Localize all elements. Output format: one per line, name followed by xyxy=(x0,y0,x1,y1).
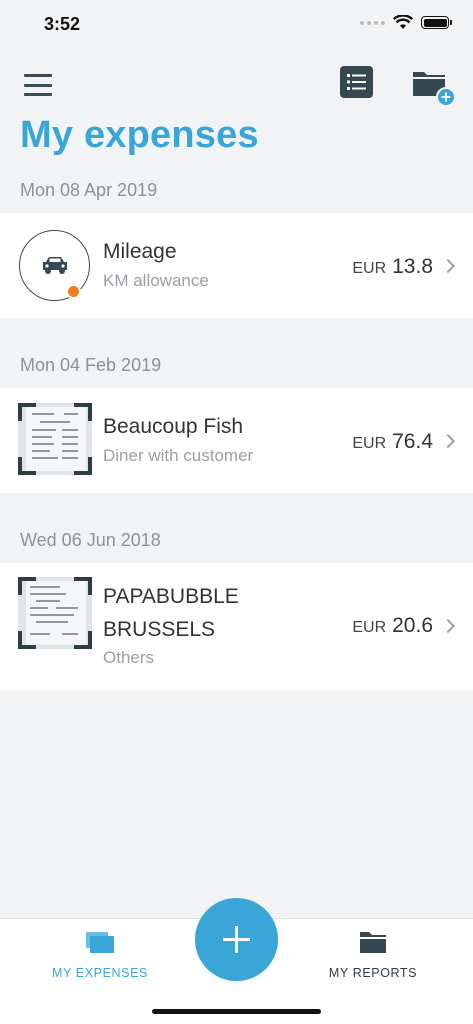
car-icon xyxy=(43,257,67,274)
amount-value: 20.6 xyxy=(392,614,433,637)
expense-amount: EUR 20.6 xyxy=(352,614,433,638)
status-time: 3:52 xyxy=(44,14,81,34)
battery-icon xyxy=(421,16,452,29)
tab-label: MY REPORTS xyxy=(328,966,418,980)
expense-title-line2: BRUSSELS xyxy=(103,618,216,641)
receipt-thumbnail xyxy=(18,403,92,475)
expense-category: Diner with customer xyxy=(103,446,254,465)
expense-row-mileage[interactable]: Mileage KM allowance EUR 13.8 xyxy=(0,213,473,318)
amount-value: 13.8 xyxy=(392,255,433,278)
tab-my-reports[interactable]: MY REPORTS xyxy=(293,929,453,980)
date-header: Mon 04 Feb 2019 xyxy=(20,355,162,375)
status-icons xyxy=(360,15,452,30)
expense-row-beaucoup-fish[interactable]: Beaucoup Fish Diner with customer EUR 76… xyxy=(0,388,473,493)
amount-value: 76.4 xyxy=(392,430,433,453)
tab-my-expenses[interactable]: MY EXPENSES xyxy=(20,929,180,980)
hamburger-menu-icon[interactable] xyxy=(24,74,52,96)
date-header: Wed 06 Jun 2018 xyxy=(20,530,161,550)
expense-title-line1: PAPABUBBLE xyxy=(103,585,239,608)
nav-bar xyxy=(0,60,473,108)
list-icon xyxy=(347,74,366,90)
expense-category: KM allowance xyxy=(103,271,209,290)
home-indicator xyxy=(152,1009,321,1014)
expense-title: Mileage xyxy=(103,240,177,263)
expense-amount: EUR 76.4 xyxy=(352,430,433,454)
currency-label: EUR xyxy=(352,435,387,452)
receipt-thumbnail xyxy=(18,577,92,649)
wifi-icon xyxy=(393,15,413,29)
currency-label: EUR xyxy=(352,619,387,636)
status-dot xyxy=(66,284,81,299)
currency-label: EUR xyxy=(352,260,387,277)
new-report-button[interactable] xyxy=(410,66,456,108)
chevron-right-icon xyxy=(440,433,456,449)
chevron-right-icon xyxy=(440,618,456,634)
expense-amount: EUR 13.8 xyxy=(352,255,433,279)
expense-title: Beaucoup Fish xyxy=(103,415,244,438)
add-expense-button[interactable] xyxy=(195,898,278,981)
page-title: My expenses xyxy=(20,114,259,156)
signal-icon xyxy=(360,20,385,25)
list-view-button[interactable] xyxy=(340,66,373,98)
expenses-cards-icon xyxy=(86,932,114,953)
expense-category: Others xyxy=(103,648,155,667)
expense-row-papabubble[interactable]: PAPABUBBLE BRUSSELS Others EUR 20.6 xyxy=(0,563,473,690)
chevron-right-icon xyxy=(440,258,456,274)
date-header: Mon 08 Apr 2019 xyxy=(20,180,158,200)
tab-label: MY EXPENSES xyxy=(52,966,148,980)
folder-icon xyxy=(360,932,386,953)
folder-add-icon xyxy=(413,72,456,107)
status-bar: 3:52 xyxy=(0,0,473,50)
